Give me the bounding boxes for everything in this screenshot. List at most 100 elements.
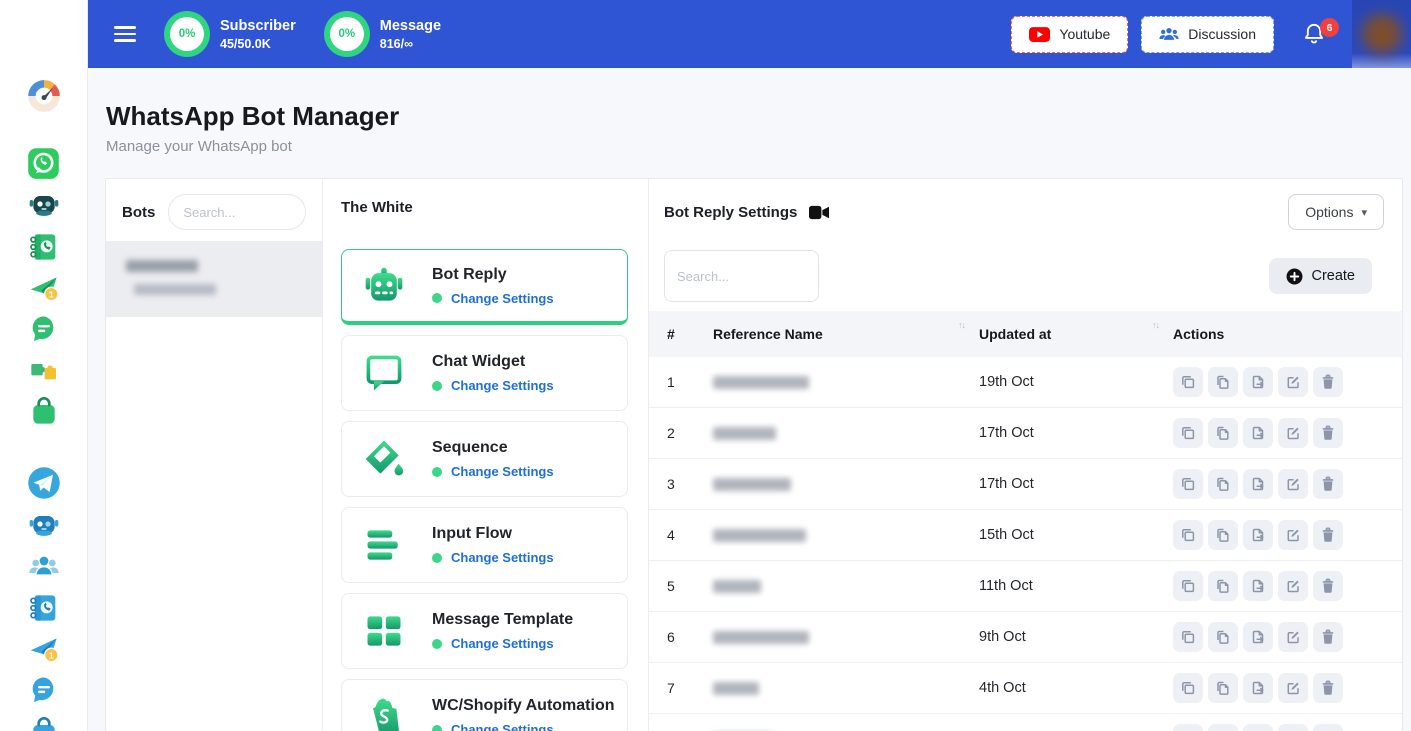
col-header-reference-name[interactable]: Reference Name↑↓ — [713, 326, 979, 342]
change-settings-link[interactable]: Change Settings — [451, 464, 554, 479]
user-avatar[interactable] — [1352, 0, 1411, 68]
copy-button[interactable] — [1208, 520, 1238, 550]
telegram-icon[interactable] — [26, 465, 62, 501]
clone-button[interactable] — [1173, 469, 1203, 499]
feature-card-input-flow[interactable]: Input Flow Change Settings — [341, 507, 628, 583]
telegram-contacts-icon[interactable] — [28, 592, 60, 624]
bot-features-section: The White Bot Reply Change Settings — [323, 179, 649, 731]
telegram-group-icon[interactable] — [28, 551, 60, 583]
options-dropdown-button[interactable]: Options▾ — [1288, 194, 1384, 230]
svg-text:1: 1 — [48, 650, 53, 660]
clone-button[interactable] — [1173, 367, 1203, 397]
whatsapp-icon[interactable] — [26, 146, 61, 181]
whatsapp-bot-icon[interactable] — [28, 190, 60, 222]
whatsapp-chat-icon[interactable] — [28, 313, 60, 345]
discussion-button[interactable]: Discussion — [1141, 16, 1274, 53]
clone-icon — [1183, 581, 1194, 592]
copy-button[interactable] — [1208, 367, 1238, 397]
copy-button[interactable] — [1208, 724, 1238, 731]
change-settings-link[interactable]: Change Settings — [451, 378, 554, 393]
copy-button[interactable] — [1208, 571, 1238, 601]
edit-button[interactable] — [1278, 520, 1308, 550]
whatsapp-broadcast-icon[interactable]: 1 — [28, 272, 60, 304]
export-icon — [1254, 530, 1263, 541]
export-icon — [1254, 683, 1263, 694]
delete-button[interactable] — [1313, 469, 1343, 499]
delete-button[interactable] — [1313, 418, 1343, 448]
change-settings-link[interactable]: Change Settings — [451, 291, 554, 306]
edit-button[interactable] — [1278, 622, 1308, 652]
feature-card-wc-shopify-automation[interactable]: WC/Shopify Automation Change Settings — [341, 679, 628, 731]
delete-button[interactable] — [1313, 571, 1343, 601]
youtube-button[interactable]: Youtube — [1011, 16, 1128, 53]
delete-button[interactable] — [1313, 367, 1343, 397]
edit-button[interactable] — [1278, 724, 1308, 731]
edit-icon — [1288, 530, 1298, 541]
notifications-bell[interactable]: 6 — [1301, 21, 1327, 47]
delete-button[interactable] — [1313, 520, 1343, 550]
page-title: WhatsApp Bot Manager — [106, 98, 1411, 134]
export-button[interactable] — [1243, 571, 1273, 601]
copy-button[interactable] — [1208, 469, 1238, 499]
clone-button[interactable] — [1173, 724, 1203, 731]
copy-button[interactable] — [1208, 622, 1238, 652]
row-number: 5 — [667, 578, 713, 594]
telegram-shop-icon[interactable] — [28, 715, 60, 731]
telegram-chat-icon[interactable] — [28, 674, 60, 706]
create-button[interactable]: Create — [1269, 258, 1372, 294]
whatsapp-shop-icon[interactable] — [28, 395, 60, 427]
feature-card-message-template[interactable]: Message Template Change Settings — [341, 593, 628, 669]
edit-button[interactable] — [1278, 571, 1308, 601]
clone-button[interactable] — [1173, 520, 1203, 550]
feature-card-bot-reply[interactable]: Bot Reply Change Settings — [341, 249, 628, 325]
clone-button[interactable] — [1173, 418, 1203, 448]
bell-icon — [1301, 34, 1327, 51]
export-button[interactable] — [1243, 673, 1273, 703]
updated-at-value: 15th Oct — [979, 527, 1173, 543]
change-settings-link[interactable]: Change Settings — [451, 636, 554, 651]
export-button[interactable] — [1243, 418, 1273, 448]
export-button[interactable] — [1243, 469, 1273, 499]
settings-search-input[interactable] — [664, 250, 819, 302]
change-settings-link[interactable]: Change Settings — [451, 722, 554, 731]
edit-button[interactable] — [1278, 673, 1308, 703]
bot-list-item-selected[interactable] — [106, 241, 322, 317]
delete-button[interactable] — [1313, 622, 1343, 652]
clone-button[interactable] — [1173, 571, 1203, 601]
sort-icon[interactable]: ↑↓ — [1152, 320, 1159, 330]
bots-search-input[interactable] — [168, 194, 306, 230]
change-settings-link[interactable]: Change Settings — [451, 550, 554, 565]
copy-button[interactable] — [1208, 673, 1238, 703]
avatar-image — [1362, 14, 1402, 54]
copy-button[interactable] — [1208, 418, 1238, 448]
whatsapp-integration-icon[interactable] — [28, 354, 60, 386]
edit-button[interactable] — [1278, 367, 1308, 397]
clone-button[interactable] — [1173, 673, 1203, 703]
whatsapp-contacts-icon[interactable] — [28, 231, 60, 263]
video-tutorial-icon[interactable] — [809, 205, 830, 220]
telegram-bot-icon[interactable] — [28, 510, 60, 542]
row-number: 1 — [667, 374, 713, 390]
export-button[interactable] — [1243, 367, 1273, 397]
export-button[interactable] — [1243, 724, 1273, 731]
menu-toggle-button[interactable] — [114, 26, 136, 42]
row-number: 7 — [667, 680, 713, 696]
updated-at-value: 9th Oct — [979, 629, 1173, 645]
export-button[interactable] — [1243, 520, 1273, 550]
feature-card-sequence[interactable]: Sequence Change Settings — [341, 421, 628, 497]
feature-card-chat-widget[interactable]: Chat Widget Change Settings — [341, 335, 628, 411]
delete-button[interactable] — [1313, 673, 1343, 703]
export-button[interactable] — [1243, 622, 1273, 652]
feature-card-title: Chat Widget — [432, 353, 554, 371]
col-header-updated-at[interactable]: Updated at↑↓ — [979, 326, 1173, 342]
dashboard-gauge-icon[interactable] — [24, 76, 64, 116]
edit-button[interactable] — [1278, 469, 1308, 499]
export-icon — [1254, 377, 1263, 388]
bot-manager-panel: Bots The White Bot Reply Change Settings — [105, 178, 1403, 731]
status-dot — [432, 553, 442, 563]
sort-icon[interactable]: ↑↓ — [958, 320, 965, 330]
delete-button[interactable] — [1313, 724, 1343, 731]
telegram-broadcast-icon[interactable]: 1 — [28, 633, 60, 665]
edit-button[interactable] — [1278, 418, 1308, 448]
clone-button[interactable] — [1173, 622, 1203, 652]
